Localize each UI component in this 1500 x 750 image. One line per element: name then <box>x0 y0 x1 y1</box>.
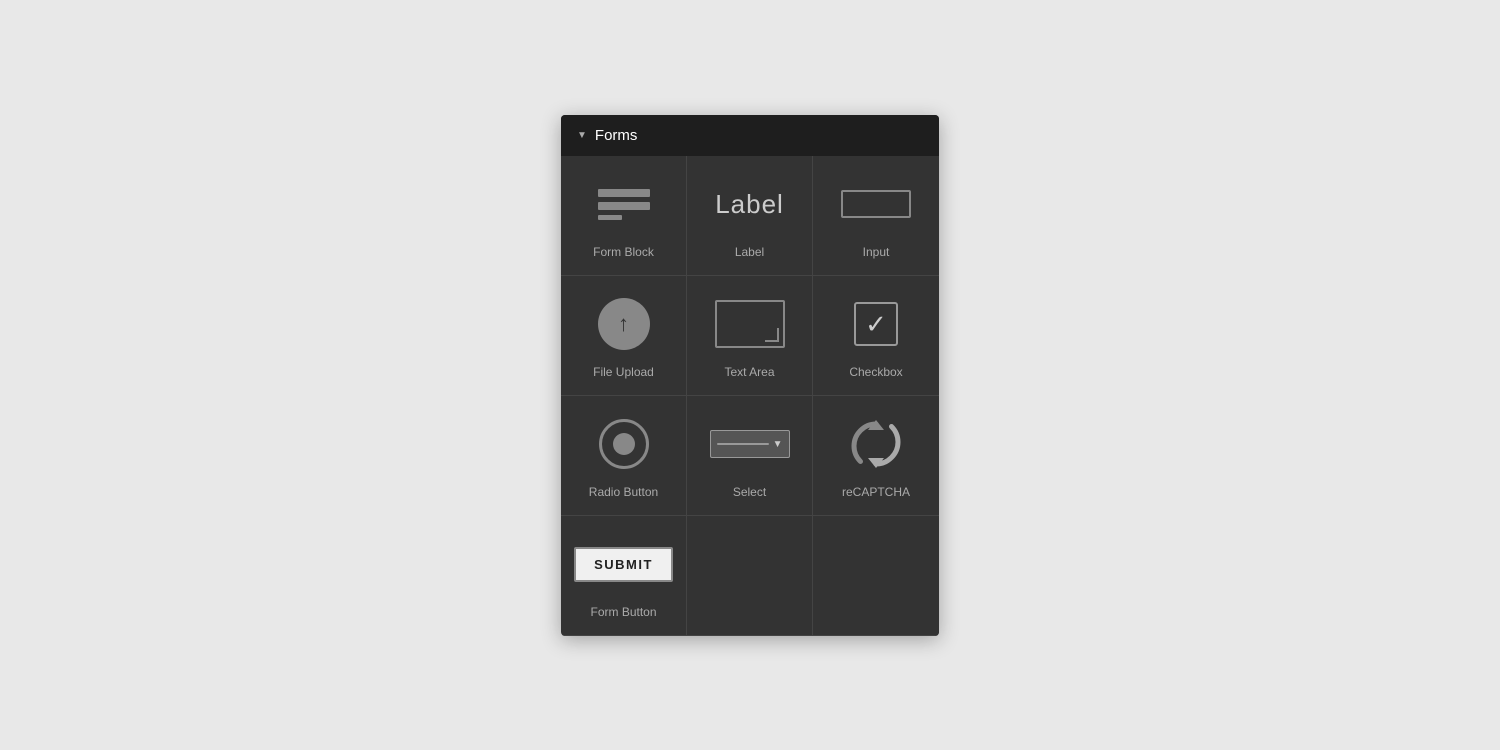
file-upload-icon-container: ↑ <box>598 296 650 353</box>
input-icon-container <box>841 176 911 233</box>
recaptcha-cell[interactable]: reCAPTCHA <box>813 396 939 516</box>
forms-panel: ▼ Forms Form Block Label Label <box>561 115 939 636</box>
textarea-icon <box>715 300 785 348</box>
select-icon-container: ▼ <box>710 416 790 473</box>
form-block-icon-container <box>598 176 650 233</box>
form-block-line3 <box>598 215 622 220</box>
form-block-label: Form Block <box>593 245 654 259</box>
radio-icon <box>599 419 649 469</box>
upload-arrow-icon: ↑ <box>618 313 629 335</box>
components-grid: Form Block Label Label Input ↑ File Uplo… <box>561 156 939 636</box>
select-icon: ▼ <box>710 430 790 458</box>
radio-inner-icon <box>613 433 635 455</box>
form-button-cell[interactable]: SUBMIT Form Button <box>561 516 687 636</box>
radio-button-label: Radio Button <box>589 485 658 499</box>
checkmark-icon: ✓ <box>865 311 887 337</box>
checkbox-icon-container: ✓ <box>854 296 898 353</box>
radio-icon-container <box>599 416 649 473</box>
empty-cell-1 <box>687 516 813 636</box>
checkbox-label: Checkbox <box>849 365 902 379</box>
submit-button-icon: SUBMIT <box>574 547 673 582</box>
text-area-label: Text Area <box>724 365 774 379</box>
select-cell[interactable]: ▼ Select <box>687 396 813 516</box>
form-block-icon <box>598 189 650 220</box>
checkbox-icon: ✓ <box>854 302 898 346</box>
radio-button-cell[interactable]: Radio Button <box>561 396 687 516</box>
recaptcha-icon-container <box>850 416 902 473</box>
select-label: Select <box>733 485 766 499</box>
label-icon-container: Label <box>715 176 784 233</box>
file-upload-label: File Upload <box>593 365 654 379</box>
text-area-icon-container <box>715 296 785 353</box>
checkbox-cell[interactable]: ✓ Checkbox <box>813 276 939 396</box>
select-chevron-icon: ▼ <box>773 439 783 450</box>
form-block-cell[interactable]: Form Block <box>561 156 687 276</box>
select-line <box>717 443 769 445</box>
upload-icon: ↑ <box>598 298 650 350</box>
input-label: Input <box>863 245 890 259</box>
form-button-label: Form Button <box>590 605 656 619</box>
panel-title: Forms <box>595 127 638 144</box>
label-cell[interactable]: Label Label <box>687 156 813 276</box>
form-block-line1 <box>598 189 650 197</box>
text-area-cell[interactable]: Text Area <box>687 276 813 396</box>
input-cell[interactable]: Input <box>813 156 939 276</box>
file-upload-cell[interactable]: ↑ File Upload <box>561 276 687 396</box>
form-block-line2 <box>598 202 650 210</box>
form-button-icon-container: SUBMIT <box>574 536 673 593</box>
label-icon: Label <box>715 189 784 220</box>
panel-header: ▼ Forms <box>561 115 939 156</box>
empty-cell-2 <box>813 516 939 636</box>
chevron-icon: ▼ <box>577 130 587 141</box>
input-icon <box>841 190 911 218</box>
recaptcha-label: reCAPTCHA <box>842 485 910 499</box>
label-label: Label <box>735 245 764 259</box>
recaptcha-icon <box>850 418 902 470</box>
